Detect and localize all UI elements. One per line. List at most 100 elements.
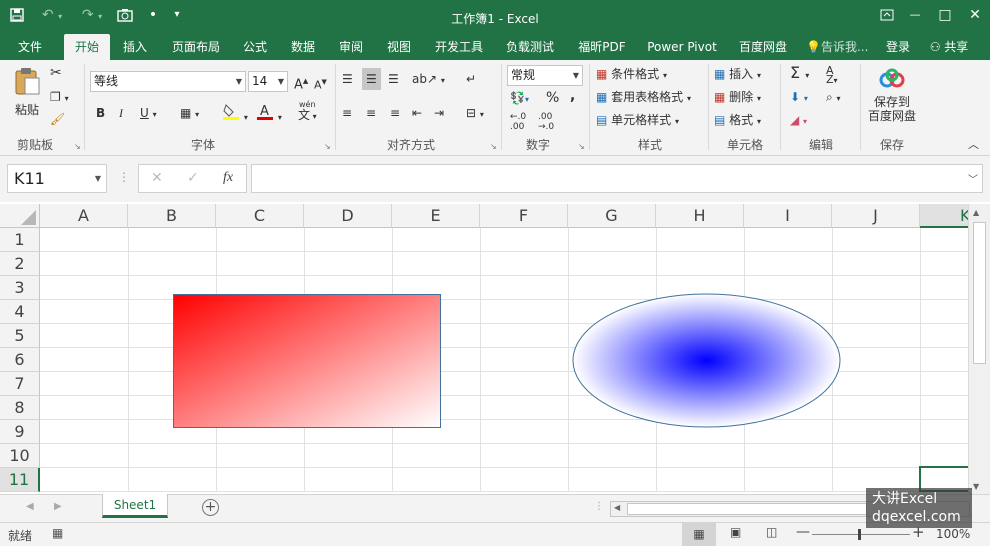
page-layout-view-icon[interactable]: ▣ — [730, 525, 741, 539]
phonetic-icon[interactable]: wén 文 ▾ — [298, 100, 317, 122]
bold-button[interactable]: B — [96, 104, 105, 122]
h-scroll-thumb[interactable] — [627, 503, 867, 515]
insert-function-icon[interactable]: fx — [223, 170, 233, 186]
fill-icon[interactable]: ⬇ ▾ — [790, 88, 808, 108]
macro-record-icon[interactable]: ▦ — [52, 526, 63, 540]
collapse-ribbon-icon[interactable]: ︿ — [968, 136, 979, 154]
maximize-button[interactable]: □ — [932, 0, 958, 30]
minimize-button[interactable]: — — [902, 0, 928, 30]
align-right-icon[interactable]: ≡ — [390, 104, 400, 122]
percent-button[interactable]: % — [546, 89, 559, 107]
cancel-icon[interactable]: ✕ — [151, 170, 163, 186]
save-to-baidu-button[interactable]: 保存到 百度网盘 — [864, 68, 920, 123]
expand-formula-icon[interactable]: ﹀ — [968, 171, 978, 186]
copy-icon[interactable]: ❐ ▾ — [50, 88, 69, 108]
dialog-launcher-icon[interactable]: ↘ — [578, 138, 585, 156]
wrap-text-icon[interactable]: ↵ — [466, 70, 476, 88]
scroll-up-icon[interactable]: ▲ — [973, 208, 979, 217]
italic-button[interactable]: I — [119, 104, 123, 122]
prev-sheet-icon[interactable]: ◀ — [26, 501, 34, 512]
worksheet-grid[interactable]: A B C D E F G H I J K 1 2 3 4 5 6 7 8 9 … — [0, 204, 968, 492]
cut-icon[interactable]: ✂ — [50, 64, 62, 82]
autosum-icon[interactable]: Σ ▾ — [790, 64, 809, 85]
name-box[interactable]: K11 ▼ — [7, 164, 107, 193]
zoom-slider-thumb[interactable] — [858, 529, 861, 540]
gradient-rectangle-shape[interactable] — [173, 294, 441, 428]
add-sheet-icon[interactable]: + — [202, 499, 219, 516]
tab-data[interactable]: 数据 — [284, 34, 322, 60]
sort-filter-icon[interactable]: A Z▾ — [826, 65, 838, 85]
tab-power-pivot[interactable]: Power Pivot — [642, 34, 722, 60]
login-link[interactable]: 登录 — [880, 34, 916, 60]
format-cells-button[interactable]: ▤ 格式 ▾ — [714, 111, 761, 131]
increase-indent-icon[interactable]: ⇥ — [434, 104, 444, 122]
merge-center-icon[interactable]: ⊟ ▾ — [466, 104, 484, 124]
cell-styles-button[interactable]: ▤ 单元格样式 ▾ — [596, 111, 679, 131]
tab-split-handle[interactable]: ⋮ — [594, 501, 604, 512]
tab-view[interactable]: 视图 — [380, 34, 418, 60]
scroll-thumb[interactable] — [973, 222, 986, 364]
increase-decimal-icon[interactable]: ←.0.00 — [510, 112, 526, 132]
zoom-slider[interactable] — [812, 529, 910, 540]
font-group-label: 字体 — [190, 138, 215, 152]
tab-file[interactable]: 文件 — [8, 34, 52, 60]
sheet-tab-sheet1[interactable]: Sheet1 — [102, 494, 168, 518]
align-center-icon[interactable]: ≡ — [366, 104, 376, 122]
share-button[interactable]: ⚇ 共享 — [922, 34, 976, 60]
gradient-ellipse-shape[interactable] — [572, 293, 841, 428]
tab-load-test[interactable]: 负载测试 — [500, 34, 560, 60]
tab-formulas[interactable]: 公式 — [236, 34, 274, 60]
shrink-font-button[interactable]: A▼ — [314, 73, 327, 95]
dialog-launcher-icon[interactable]: ↘ — [324, 138, 331, 156]
number-group-label: 数字 — [525, 138, 550, 152]
ribbon-display-icon[interactable] — [874, 0, 900, 30]
font-size-select[interactable]: 14 ▼ — [248, 71, 288, 92]
tab-page-layout[interactable]: 页面布局 — [166, 34, 226, 60]
orientation-icon[interactable]: ab↗ ▾ — [412, 70, 445, 90]
number-format-select[interactable]: 常规 ▼ — [507, 65, 583, 86]
conditional-formatting-button[interactable]: ▦ 条件格式 ▾ — [596, 65, 667, 85]
tab-foxit-pdf[interactable]: 福昕PDF — [572, 34, 632, 60]
dialog-launcher-icon[interactable]: ↘ — [490, 138, 497, 156]
scroll-left-icon[interactable]: ◀ — [614, 503, 620, 512]
underline-button[interactable]: U ▾ — [140, 104, 157, 124]
format-painter-icon[interactable]: 🖌 — [50, 110, 65, 128]
grow-font-button[interactable]: A▲ — [294, 72, 308, 94]
decrease-indent-icon[interactable]: ⇤ — [412, 104, 422, 122]
comma-button[interactable]: , — [570, 87, 575, 105]
tab-insert[interactable]: 插入 — [116, 34, 154, 60]
format-as-table-button[interactable]: ▦ 套用表格格式 ▾ — [596, 88, 691, 108]
align-middle-icon[interactable]: ☰ — [362, 68, 381, 90]
find-select-icon[interactable]: ⌕ ▾ — [826, 88, 841, 108]
paste-button[interactable]: 粘贴 — [10, 66, 44, 122]
currency-icon[interactable]: 💱▾ — [510, 89, 529, 109]
tab-review[interactable]: 审阅 — [332, 34, 370, 60]
zoom-out-icon[interactable]: — — [796, 524, 810, 540]
svg-text:A: A — [260, 104, 269, 119]
fill-color-icon[interactable]: ▾ — [222, 102, 248, 127]
page-break-view-icon[interactable]: ◫ — [766, 525, 777, 539]
formula-input[interactable]: ﹀ — [251, 164, 983, 193]
normal-view-icon[interactable]: ▦ — [682, 523, 716, 546]
tell-me-box[interactable]: 💡告诉我... — [806, 34, 874, 60]
tab-home[interactable]: 开始 — [64, 34, 110, 60]
zoom-level[interactable]: 100% — [936, 527, 970, 541]
tab-baidu-netdisk[interactable]: 百度网盘 — [732, 34, 794, 60]
borders-icon[interactable]: ▦ ▾ — [180, 104, 199, 124]
tab-developer[interactable]: 开发工具 — [430, 34, 488, 60]
align-left-icon[interactable]: ≡ — [342, 104, 352, 122]
delete-cells-button[interactable]: ▦ 删除 ▾ — [714, 88, 761, 108]
font-name-select[interactable]: 等线 ▼ — [90, 71, 246, 92]
decrease-decimal-icon[interactable]: .00 →.0 — [538, 112, 554, 132]
next-sheet-icon[interactable]: ▶ — [54, 501, 62, 512]
align-bottom-icon[interactable]: ☰ — [388, 70, 399, 88]
dialog-launcher-icon[interactable]: ↘ — [74, 138, 81, 156]
align-top-icon[interactable]: ☰ — [342, 70, 353, 88]
clear-icon[interactable]: ◢ ▾ — [790, 111, 807, 131]
vertical-scrollbar[interactable]: ▲ ▼ — [968, 204, 990, 496]
scroll-down-icon[interactable]: ▼ — [973, 482, 979, 491]
font-color-icon[interactable]: A ▾ — [256, 102, 282, 127]
insert-cells-button[interactable]: ▦ 插入 ▾ — [714, 65, 761, 85]
enter-icon[interactable]: ✓ — [187, 170, 199, 186]
close-button[interactable]: ✕ — [962, 0, 988, 30]
